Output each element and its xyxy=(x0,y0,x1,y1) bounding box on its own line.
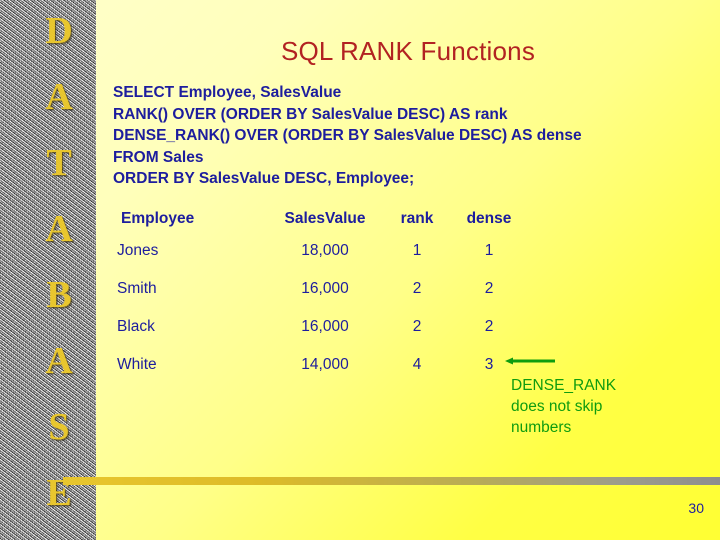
table-row: White 14,000 4 3 xyxy=(113,356,525,394)
annotation-line: DENSE_RANK xyxy=(511,377,617,394)
cell-rank: 1 xyxy=(412,242,422,259)
annotation-line: does not skip xyxy=(511,398,603,415)
cell-sales-value: 18,000 xyxy=(301,242,349,259)
sql-line: SELECT Employee, SalesValue xyxy=(113,84,342,101)
sidebar-texture-panel: D A T A B A S E xyxy=(0,0,96,540)
annotation-line: numbers xyxy=(511,419,572,436)
sql-code-block: SELECT Employee, SalesValue RANK() OVER … xyxy=(113,82,582,190)
left-arrow-icon xyxy=(505,357,555,365)
sidebar-letter: A xyxy=(45,340,73,382)
sidebar-letter: A xyxy=(45,76,73,118)
sql-line: FROM Sales xyxy=(113,148,204,166)
annotation-callout: DENSE_RANK does not skip numbers xyxy=(511,375,691,438)
sidebar-vertical-title: D A T A B A S E xyxy=(0,12,96,512)
cell-rank: 2 xyxy=(412,280,422,297)
slide-canvas: D A T A B A S E SQL RANK Functions SELEC… xyxy=(0,0,720,540)
sidebar-letter: D xyxy=(45,10,73,52)
footer-divider xyxy=(63,477,720,485)
results-table: Employee SalesValue rank dense Jones 18,… xyxy=(113,210,525,394)
sql-line: ORDER BY SalesValue DESC, Employee; xyxy=(113,170,415,187)
sidebar-letter: A xyxy=(45,208,73,250)
table-row: Jones 18,000 1 1 xyxy=(113,242,525,280)
sql-line: DENSE_RANK() OVER (ORDER BY SalesValue D… xyxy=(113,127,582,144)
sidebar-letter: T xyxy=(46,142,72,184)
table-header-row: Employee SalesValue rank dense xyxy=(113,210,525,242)
cell-dense: 2 xyxy=(484,318,494,335)
table-row: Smith 16,000 2 2 xyxy=(113,280,525,318)
sidebar-letter: B xyxy=(46,274,72,316)
table-row: Black 16,000 2 2 xyxy=(113,318,525,356)
cell-dense: 2 xyxy=(484,280,494,297)
column-header-employee: Employee xyxy=(121,210,195,227)
sql-line: RANK() OVER (ORDER BY SalesValue DESC) A… xyxy=(113,105,508,123)
cell-rank: 2 xyxy=(412,318,422,335)
cell-rank: 4 xyxy=(412,356,422,373)
cell-dense: 1 xyxy=(484,242,494,259)
cell-employee: Smith xyxy=(117,280,157,297)
cell-employee: White xyxy=(117,356,157,373)
column-header-rank: rank xyxy=(400,210,434,227)
page-number: 30 xyxy=(688,500,704,516)
cell-employee: Jones xyxy=(117,242,159,259)
cell-employee: Black xyxy=(117,318,155,335)
column-header-dense: dense xyxy=(466,210,512,227)
cell-sales-value: 14,000 xyxy=(301,356,349,373)
column-header-sales-value: SalesValue xyxy=(284,210,366,227)
sidebar-letter: S xyxy=(48,406,70,448)
page-title: SQL RANK Functions xyxy=(280,36,536,66)
cell-sales-value: 16,000 xyxy=(301,318,349,335)
cell-sales-value: 16,000 xyxy=(301,280,349,297)
